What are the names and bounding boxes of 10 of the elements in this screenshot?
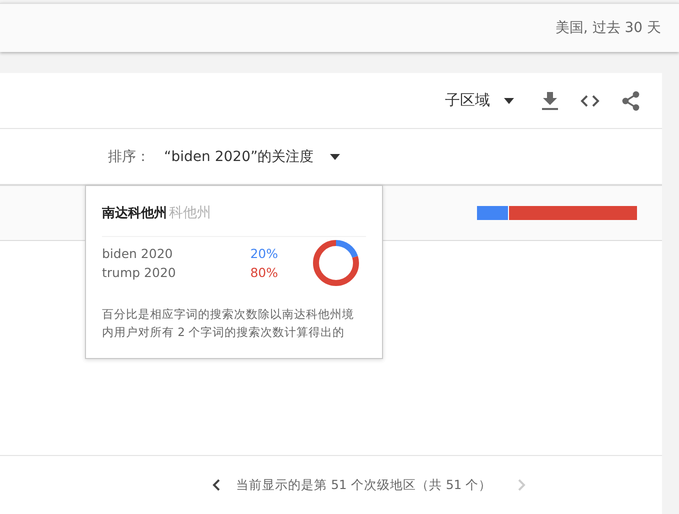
pagination-text: 当前显示的是第 51 个次级地区（共 51 个） <box>236 476 492 494</box>
sort-label: 排序： <box>108 148 150 166</box>
row-label: 科他州 <box>169 204 211 222</box>
term-percent: 20% <box>250 246 278 261</box>
location-time-label: 美国, 过去 30 天 <box>555 19 661 37</box>
term-percent: 80% <box>250 265 278 280</box>
term-name: biden 2020 <box>102 246 173 261</box>
tooltip-note: 百分比是相应字词的搜索次数除以南达科他州境内用户对所有 2 个字词的搜索次数计算得出的 <box>102 306 355 342</box>
term-name: trump 2020 <box>102 265 176 280</box>
tooltip-title: 南达科他州 <box>102 205 167 222</box>
